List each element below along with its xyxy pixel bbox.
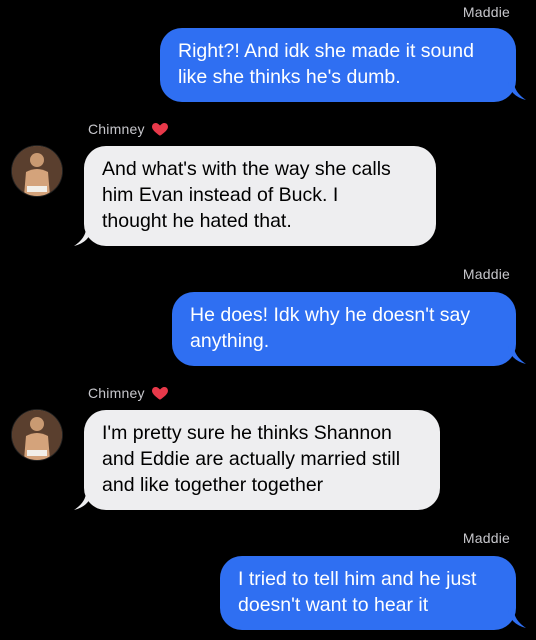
- heart-icon: [151, 387, 168, 400]
- sender-name-maddie: Maddie: [462, 266, 510, 282]
- message-line: and Eddie are actually married still: [102, 448, 401, 470]
- message-line: He does! Idk why he doesn't say: [190, 304, 471, 326]
- message-bubble-outgoing[interactable]: Right?! And idk she made it sound like s…: [160, 28, 516, 102]
- message-bubble-incoming[interactable]: I'm pretty sure he thinks Shannon and Ed…: [84, 410, 440, 510]
- message-line: anything.: [190, 330, 270, 352]
- bubble-tail-icon: [508, 610, 526, 628]
- message-line: thought he hated that.: [102, 210, 292, 232]
- bubble-tail-icon: [508, 82, 526, 100]
- message-line: doesn't want to hear it: [238, 594, 429, 616]
- message-line: I tried to tell him and he just: [238, 568, 477, 590]
- contact-avatar[interactable]: [12, 410, 62, 460]
- sender-header-chimney: Chimney: [88, 120, 169, 138]
- message-line: Right?! And idk she made it sound: [178, 40, 474, 62]
- bubble-tail-icon: [74, 492, 92, 510]
- sender-name-maddie: Maddie: [462, 4, 510, 20]
- avatar-photo-icon: [12, 410, 62, 460]
- sender-name-chimney: Chimney: [88, 385, 145, 401]
- sender-name-maddie: Maddie: [462, 530, 510, 546]
- sender-name-chimney: Chimney: [88, 121, 145, 137]
- message-line: like she thinks he's dumb.: [178, 66, 401, 88]
- message-line: I'm pretty sure he thinks Shannon: [102, 422, 392, 444]
- bubble-tail-icon: [74, 228, 92, 246]
- message-line: him Evan instead of Buck. I: [102, 184, 339, 206]
- contact-avatar[interactable]: [12, 146, 62, 196]
- sender-header-chimney: Chimney: [88, 384, 169, 402]
- message-line: And what's with the way she calls: [102, 158, 391, 180]
- avatar-photo-icon: [12, 146, 62, 196]
- message-bubble-incoming[interactable]: And what's with the way she calls him Ev…: [84, 146, 436, 246]
- message-bubble-outgoing[interactable]: He does! Idk why he doesn't say anything…: [172, 292, 516, 366]
- bubble-tail-icon: [508, 346, 526, 364]
- message-line: and like together together: [102, 474, 324, 496]
- message-bubble-outgoing[interactable]: I tried to tell him and he just doesn't …: [220, 556, 516, 630]
- heart-icon: [151, 123, 168, 136]
